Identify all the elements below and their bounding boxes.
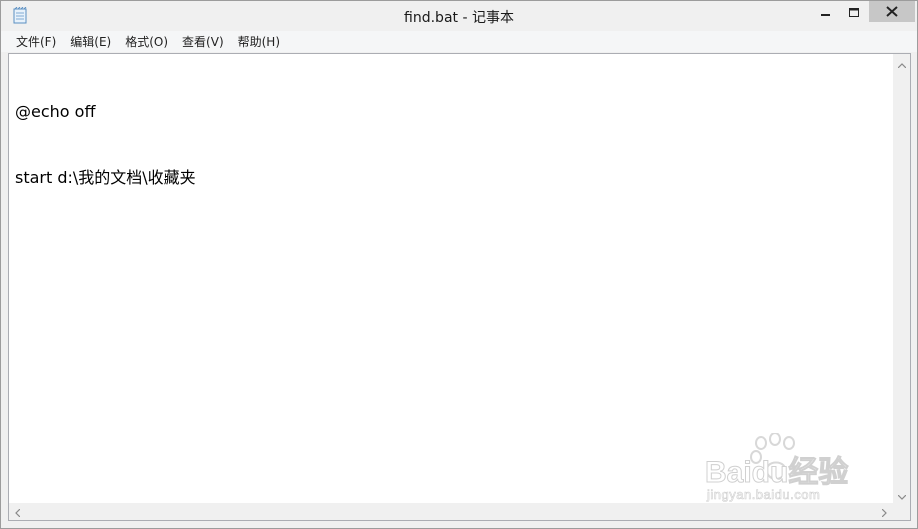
title-bar[interactable]: find.bat - 记事本 xyxy=(1,1,917,31)
editor-content[interactable]: @echo off start d:\我的文档\收藏夹 xyxy=(15,57,196,233)
close-icon xyxy=(886,2,898,21)
scroll-left-button[interactable] xyxy=(9,503,26,520)
maximize-button[interactable] xyxy=(839,1,869,23)
notepad-window: find.bat - 记事本 文件(F) 编辑(E) 格式(O) 查看(V) 帮… xyxy=(0,0,918,529)
menu-edit[interactable]: 编辑(E) xyxy=(63,32,118,52)
menu-help[interactable]: 帮助(H) xyxy=(231,32,287,52)
menu-view[interactable]: 查看(V) xyxy=(175,32,231,52)
vertical-scrollbar[interactable] xyxy=(893,54,910,503)
menu-format[interactable]: 格式(O) xyxy=(118,32,175,52)
close-button[interactable] xyxy=(869,1,915,22)
chevron-down-icon xyxy=(897,485,906,504)
minimize-button[interactable] xyxy=(811,1,841,23)
chevron-left-icon xyxy=(15,502,21,520)
menu-bar: 文件(F) 编辑(E) 格式(O) 查看(V) 帮助(H) xyxy=(1,31,917,52)
maximize-icon xyxy=(848,3,860,22)
minimize-icon xyxy=(821,3,831,22)
editor-line[interactable]: start d:\我的文档\收藏夹 xyxy=(15,167,196,189)
window-title: find.bat - 记事本 xyxy=(404,10,514,26)
horizontal-scrollbar[interactable] xyxy=(9,503,893,520)
editor-line[interactable]: @echo off xyxy=(15,101,196,123)
menu-file[interactable]: 文件(F) xyxy=(9,32,63,52)
scroll-up-button[interactable] xyxy=(893,54,910,71)
scroll-right-button[interactable] xyxy=(876,503,893,520)
chevron-up-icon xyxy=(897,54,906,72)
scroll-down-button[interactable] xyxy=(893,486,910,503)
text-editor[interactable]: @echo off start d:\我的文档\收藏夹 xyxy=(8,53,911,521)
size-grip[interactable] xyxy=(893,503,910,520)
chevron-right-icon xyxy=(881,502,887,520)
